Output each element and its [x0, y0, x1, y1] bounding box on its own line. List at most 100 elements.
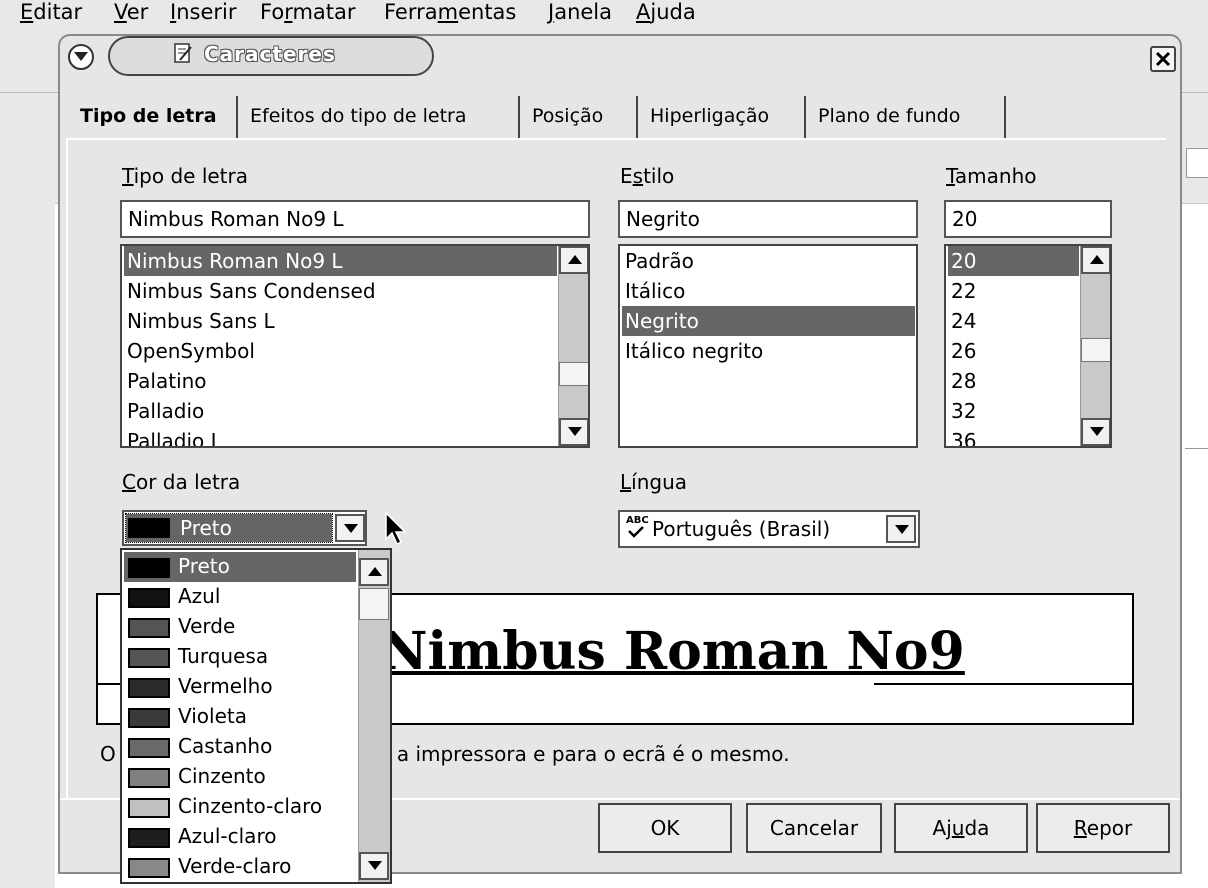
color-option-label: Azul [178, 584, 221, 608]
list-item[interactable]: Preto [124, 552, 356, 582]
list-item[interactable]: Castanho [124, 732, 356, 762]
list-item[interactable]: 20 [948, 246, 1079, 276]
help-button[interactable]: Ajuda [894, 803, 1028, 853]
font-color-combo[interactable]: Preto [122, 510, 367, 546]
list-item[interactable]: 32 [948, 396, 1079, 426]
list-item[interactable]: Palladio [124, 396, 557, 426]
reset-button[interactable]: Repor [1036, 803, 1170, 853]
spellcheck-icon: ABC [626, 515, 649, 526]
list-item[interactable]: Azul-claro [124, 822, 356, 852]
menu-formatar[interactable]: Formatar [260, 0, 356, 24]
color-swatch [128, 708, 170, 728]
scroll-down-button[interactable] [359, 852, 389, 880]
cancel-button[interactable]: Cancelar [746, 803, 882, 853]
style-field[interactable]: Negrito [618, 200, 918, 238]
language-dropdown-button[interactable] [886, 515, 916, 543]
tab-tipo-de-letra[interactable]: Tipo de letra [70, 96, 238, 138]
color-popup-scrollbar[interactable] [358, 550, 390, 882]
scroll-down-button[interactable] [1081, 418, 1110, 446]
font-list-scrollbar[interactable] [558, 246, 588, 446]
list-item[interactable]: Palladio L [124, 426, 557, 446]
app-toolbar-field[interactable] [1186, 148, 1208, 178]
list-item[interactable]: 22 [948, 276, 1079, 306]
list-item[interactable]: Negrito [622, 306, 915, 336]
menu-ver[interactable]: Ver [114, 0, 148, 24]
size-list-scrollbar[interactable] [1080, 246, 1110, 446]
list-item[interactable]: 28 [948, 366, 1079, 396]
color-option-label: Turquesa [178, 644, 269, 668]
chevron-down-icon [344, 524, 358, 533]
list-item[interactable]: Itálico negrito [622, 336, 915, 366]
scroll-up-button[interactable] [359, 558, 389, 586]
menu-editar[interactable]: Editar [20, 0, 82, 24]
font-color-dropdown-button[interactable] [335, 514, 365, 542]
font-color-popup[interactable]: Preto Azul Verde Turquesa Vermelho Viole… [120, 548, 392, 884]
color-option-label: Verde [178, 614, 236, 638]
list-item[interactable]: Nimbus Sans L [124, 306, 557, 336]
scroll-up-button[interactable] [559, 246, 588, 274]
style-list[interactable]: Padrão Itálico Negrito Itálico negrito [618, 244, 918, 448]
close-icon [1155, 51, 1171, 67]
list-item[interactable]: Vermelho [124, 672, 356, 702]
color-swatch [128, 828, 170, 848]
chevron-down-icon [74, 52, 88, 61]
list-item[interactable]: Violeta [124, 702, 356, 732]
language-value: Português (Brasil) [652, 517, 831, 541]
preview-baseline [874, 683, 1132, 685]
scroll-down-button[interactable] [559, 418, 588, 446]
menu-editar-rest: ditar [33, 0, 83, 24]
menu-inserir[interactable]: Inserir [170, 0, 236, 24]
list-item[interactable]: 26 [948, 336, 1079, 366]
app-left-margin [0, 203, 55, 888]
color-swatch [128, 768, 170, 788]
font-list[interactable]: Nimbus Roman No9 L Nimbus Sans Condensed… [120, 244, 590, 448]
list-item[interactable]: Nimbus Sans Condensed [124, 276, 557, 306]
tab-efeitos[interactable]: Efeitos do tipo de letra [240, 96, 520, 138]
list-item[interactable]: 36 [948, 426, 1079, 446]
scroll-thumb[interactable] [1081, 338, 1110, 362]
color-option-label: Vermelho [178, 674, 273, 698]
tab-plano-de-fundo[interactable]: Plano de fundo [808, 96, 1006, 138]
color-swatch [128, 518, 170, 538]
scroll-thumb[interactable] [359, 588, 389, 620]
color-swatch [128, 738, 170, 758]
list-item[interactable]: Cinzento [124, 762, 356, 792]
list-item[interactable]: Turquesa [124, 642, 356, 672]
close-button[interactable] [1150, 46, 1176, 72]
style-label: Estilo [620, 164, 675, 188]
list-item[interactable]: Palatino [124, 366, 557, 396]
size-field[interactable]: 20 [944, 200, 1112, 238]
scroll-up-button[interactable] [1081, 246, 1110, 274]
window-menu-button[interactable] [68, 44, 94, 70]
menu-janela[interactable]: Janela [548, 0, 612, 24]
chevron-down-icon [895, 525, 909, 534]
preview-text: Nimbus Roman No9 [380, 621, 965, 682]
color-swatch [128, 798, 170, 818]
arrow-down-icon [368, 861, 382, 870]
list-item[interactable]: Verde [124, 612, 356, 642]
list-item[interactable]: Nimbus Roman No9 L [124, 246, 557, 276]
arrow-down-icon [1090, 427, 1104, 436]
tab-posicao[interactable]: Posição [522, 96, 638, 138]
tab-hiperligacao[interactable]: Hiperligação [640, 96, 806, 138]
list-item[interactable]: 24 [948, 306, 1079, 336]
ok-button[interactable]: OK [598, 803, 732, 853]
info-text: ra a impressora e para o ecrã é o mesmo. [370, 742, 790, 766]
list-item[interactable]: Verde-claro [124, 852, 356, 882]
color-option-label: Cinzento-claro [178, 794, 323, 818]
list-item[interactable]: Azul [124, 582, 356, 612]
list-item[interactable]: Padrão [622, 246, 915, 276]
color-swatch [128, 618, 170, 638]
list-item[interactable]: Itálico [622, 276, 915, 306]
size-list[interactable]: 20 22 24 26 28 32 36 [944, 244, 1112, 448]
app-divider [1185, 448, 1208, 449]
menu-ajuda[interactable]: Ajuda [636, 0, 696, 24]
menu-ferramentas[interactable]: Ferramentas [384, 0, 516, 24]
language-combo[interactable]: ABC Português (Brasil) [618, 510, 920, 548]
list-item[interactable]: OpenSymbol [124, 336, 557, 366]
font-color-selected: Preto [125, 513, 333, 543]
language-label: Língua [620, 470, 688, 494]
list-item[interactable]: Cinzento-claro [124, 792, 356, 822]
font-name-field[interactable]: Nimbus Roman No9 L [120, 200, 590, 238]
scroll-thumb[interactable] [559, 362, 588, 386]
